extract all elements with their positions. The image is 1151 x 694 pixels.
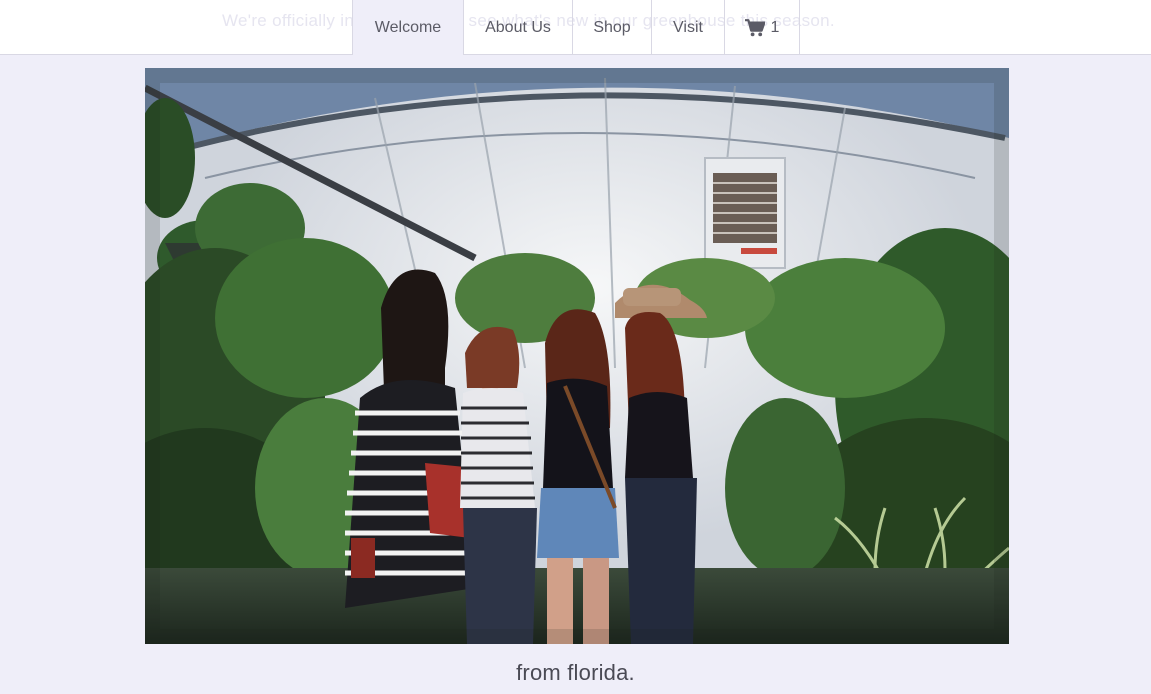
top-navigation-bar: We're officially in bloom! Come see what… [0, 0, 1151, 55]
main-nav: Welcome About Us Shop Visit 1 [352, 0, 800, 55]
nav-item-shop[interactable]: Shop [573, 0, 652, 55]
nav-item-visit[interactable]: Visit [652, 0, 725, 55]
nav-item-welcome[interactable]: Welcome [353, 0, 464, 55]
nav-item-about-us[interactable]: About Us [464, 0, 573, 55]
hero-caption: from florida. [516, 660, 635, 685]
cart-button[interactable]: 1 [725, 0, 800, 55]
shopping-cart-icon [744, 18, 765, 36]
cart-count: 1 [770, 18, 780, 36]
hero-image [145, 68, 1009, 644]
greenhouse-photo [145, 68, 1009, 644]
